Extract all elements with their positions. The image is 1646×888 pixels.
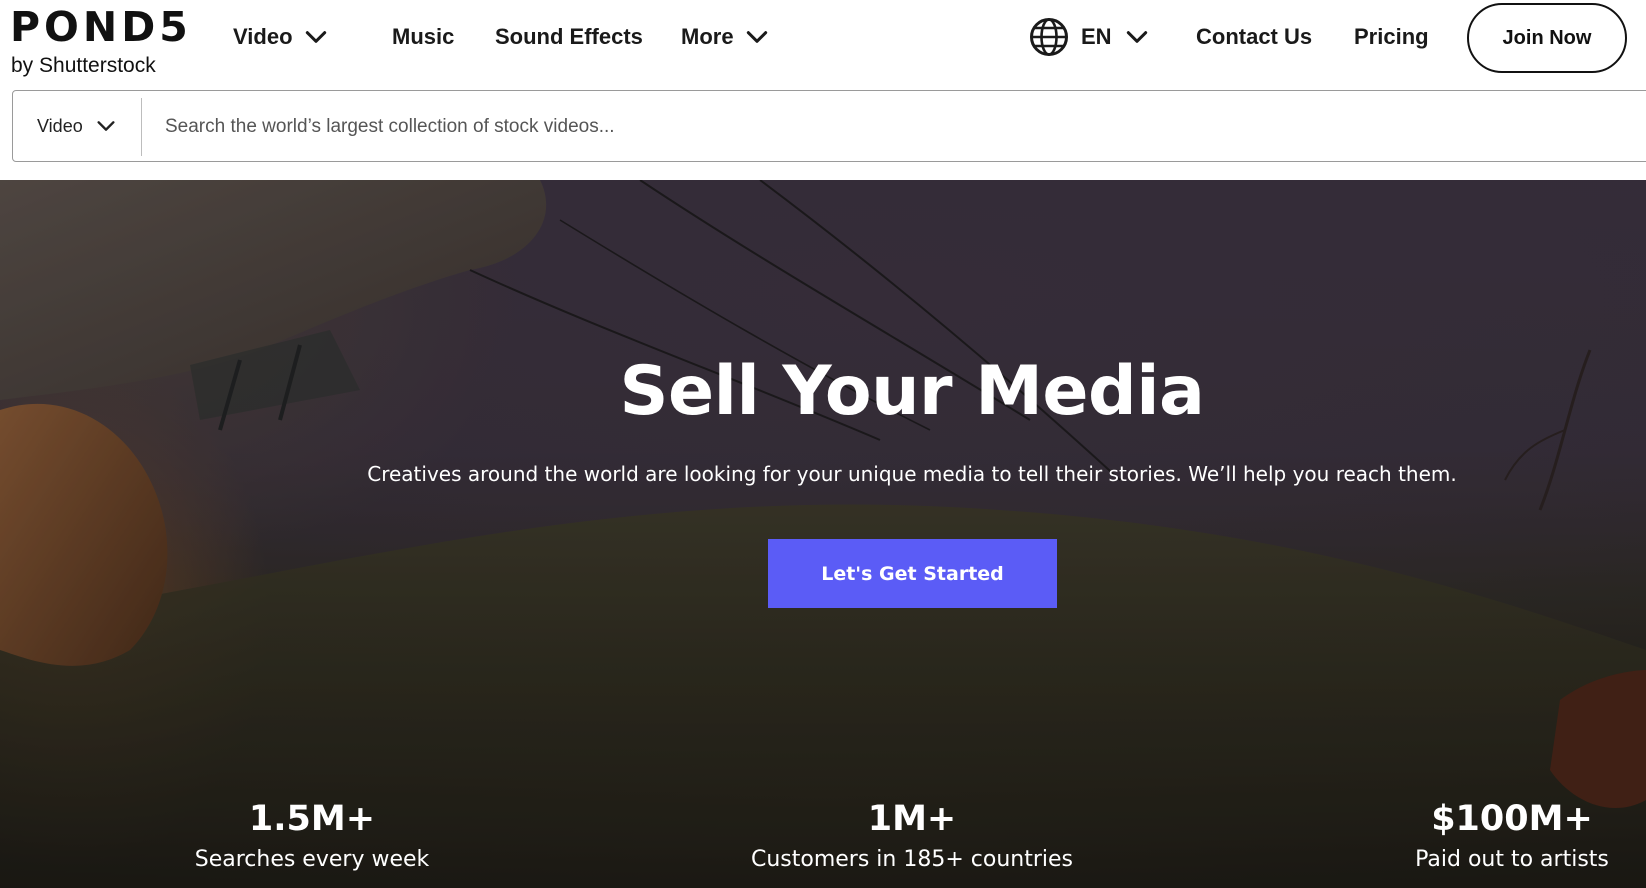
chevron-down-icon <box>303 24 329 50</box>
stat-label: Paid out to artists <box>1415 847 1609 872</box>
search-type-dropdown[interactable]: Video <box>13 91 141 161</box>
nav-sound-effects-link[interactable]: Sound Effects <box>495 20 643 54</box>
stat-label: Customers in 185+ countries <box>750 847 1073 872</box>
nav-more-dropdown[interactable]: More <box>681 20 770 54</box>
language-selector[interactable]: EN <box>1029 17 1150 57</box>
pond5-logo[interactable]: POND5 by Shutterstock <box>10 4 200 80</box>
chevron-down-icon <box>744 24 770 50</box>
lets-get-started-button[interactable]: Let's Get Started <box>768 539 1057 608</box>
nav-contact-us-link[interactable]: Contact Us <box>1196 20 1312 54</box>
search-bar: Video <box>12 90 1646 162</box>
globe-icon <box>1029 17 1069 57</box>
hero-title: Sell Your Media <box>619 352 1205 431</box>
site-header: POND5 by Shutterstock Video Music Sound … <box>0 0 1646 90</box>
nav-pricing-label: Pricing <box>1354 24 1429 49</box>
nav-video-dropdown[interactable]: Video <box>233 20 329 54</box>
nav-more-label: More <box>681 24 734 49</box>
hero-dark-overlay <box>0 180 1646 888</box>
stat-value: $100M+ <box>1431 799 1593 839</box>
nav-video-label: Video <box>233 24 293 49</box>
nav-pricing-link[interactable]: Pricing <box>1354 20 1429 54</box>
stat-value: 1.5M+ <box>248 799 376 839</box>
stat-item: 1.5M+ Searches every week <box>132 797 492 875</box>
language-label: EN <box>1081 24 1112 49</box>
hero-section: Sell Your Media Creatives around the wor… <box>0 180 1646 888</box>
chevron-down-icon <box>1124 24 1150 50</box>
chevron-down-icon <box>95 115 117 137</box>
nav-music-link[interactable]: Music <box>392 20 454 54</box>
join-now-button[interactable]: Join Now <box>1467 3 1627 73</box>
nav-contact-us-label: Contact Us <box>1196 24 1313 49</box>
logo-wordmark: POND5 <box>10 3 192 51</box>
search-input[interactable] <box>165 105 1565 149</box>
hero-subtitle: Creatives around the world are looking f… <box>367 462 1457 486</box>
stat-label: Searches every week <box>194 847 430 872</box>
nav-sound-effects-label: Sound Effects <box>495 24 643 49</box>
search-type-label: Video <box>37 115 83 136</box>
stat-value: 1M+ <box>867 799 957 839</box>
nav-music-label: Music <box>392 24 455 49</box>
search-divider <box>141 98 142 156</box>
stat-item: 1M+ Customers in 185+ countries <box>732 797 1092 875</box>
logo-subtitle: by Shutterstock <box>11 54 156 77</box>
stat-item: $100M+ Paid out to artists <box>1332 797 1646 875</box>
